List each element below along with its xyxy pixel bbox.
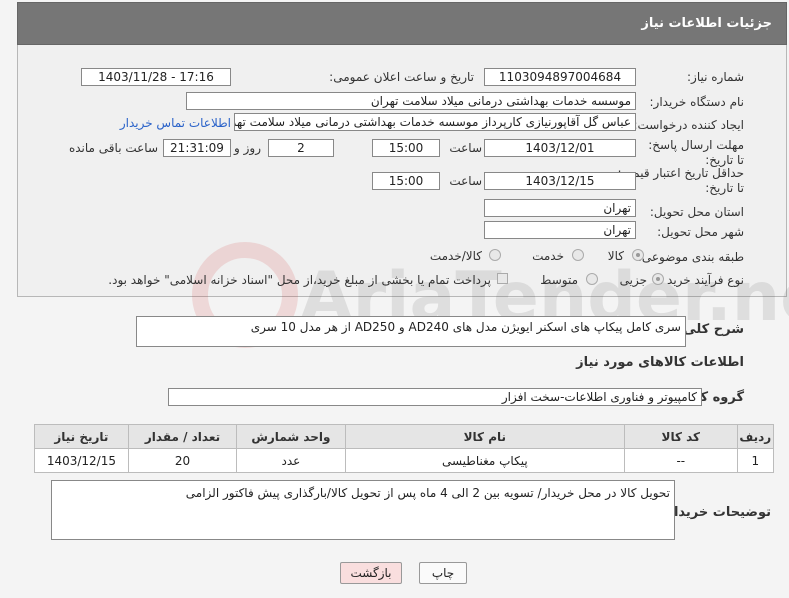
price-validity-time-label: ساعت xyxy=(449,174,482,188)
cell-goods-name: پیکاپ مغناطیسی xyxy=(344,448,626,473)
col-header-goods-code: کد کالا xyxy=(624,424,738,449)
table-header-row: تاریخ نیاز تعداد / مقدار واحد شمارش نام … xyxy=(34,424,775,449)
category-radio-goods-service[interactable] xyxy=(489,249,501,261)
process-radio-medium[interactable] xyxy=(586,273,598,285)
remaining-time-field: 21:31:09 xyxy=(163,139,231,157)
province-field: تهران xyxy=(484,199,636,217)
process-label: نوع فرآیند خرید : xyxy=(659,273,744,287)
page-title: جزئیات اطلاعات نیاز xyxy=(641,16,772,31)
goods-group-field: کامپیوتر و فناوری اطلاعات-سخت افزار xyxy=(168,388,702,406)
city-field: تهران xyxy=(484,221,636,239)
creator-label: ایجاد کننده درخواست: xyxy=(633,118,744,132)
need-number-label: شماره نیاز: xyxy=(687,70,744,84)
buyer-org-field: موسسه خدمات بهداشتی درمانی میلاد سلامت ت… xyxy=(186,92,636,110)
category-radio-goods[interactable] xyxy=(632,249,644,261)
goods-section-title: اطلاعات کالاهای مورد نیاز xyxy=(576,355,744,370)
category-label: طبقه بندی موضوعی: xyxy=(637,250,744,264)
days-field: 2 xyxy=(268,139,334,157)
col-header-unit: واحد شمارش xyxy=(236,424,346,449)
deadline-label: مهلت ارسال پاسخ: تا تاریخ: xyxy=(648,138,744,167)
col-header-row: ردیف xyxy=(736,424,775,449)
deadline-time-label: ساعت xyxy=(449,141,482,155)
treasury-payment-note: پرداخت تمام یا بخشی از مبلغ خرید،از محل … xyxy=(108,273,491,287)
summary-field: سری کامل پیکاپ های اسکنر ایویژن مدل های … xyxy=(136,316,686,347)
process-radio-minor[interactable] xyxy=(652,273,664,285)
deadline-time-field: 15:00 xyxy=(372,139,440,157)
print-button[interactable]: چاپ xyxy=(419,562,467,584)
price-validity-date-field: 1403/12/15 xyxy=(484,172,636,190)
buyer-org-label: نام دستگاه خریدار: xyxy=(649,95,745,109)
days-label: روز و xyxy=(234,141,261,155)
process-option-medium: متوسط xyxy=(540,273,578,287)
category-option-goods: کالا xyxy=(607,249,624,263)
category-radio-service[interactable] xyxy=(572,249,584,261)
city-label: شهر محل تحویل: xyxy=(657,225,744,239)
process-option-minor: جزیی xyxy=(619,273,647,287)
category-option-service: خدمت xyxy=(532,249,564,263)
cell-row-number: 1 xyxy=(736,448,775,473)
page-header: جزئیات اطلاعات نیاز xyxy=(17,2,787,45)
announce-label: تاریخ و ساعت اعلان عمومی: xyxy=(329,70,474,84)
col-header-quantity: تعداد / مقدار xyxy=(127,424,238,449)
deadline-date-field: 1403/12/01 xyxy=(484,139,636,157)
category-option-goods-service: کالا/خدمت xyxy=(429,249,482,263)
creator-field: عباس گل آقاپورنیازی کارپرداز موسسه خدمات… xyxy=(234,113,636,131)
province-label: استان محل تحویل: xyxy=(649,205,744,219)
buyer-notes-field: تحویل کالا در محل خریدار/ تسویه بین 2 ال… xyxy=(51,480,675,540)
remaining-label: ساعت باقی مانده xyxy=(68,141,158,155)
cell-quantity: 20 xyxy=(127,448,238,473)
treasury-payment-checkbox[interactable] xyxy=(497,273,508,284)
announce-field: 1403/11/28 - 17:16 xyxy=(81,68,231,86)
back-button[interactable]: بازگشت xyxy=(340,562,402,584)
buyer-notes-label: توضیحات خریدار: xyxy=(661,505,771,520)
need-number-field: 1103094897004684 xyxy=(484,68,636,86)
price-validity-time-field: 15:00 xyxy=(372,172,440,190)
buyer-contact-link[interactable]: اطلاعات تماس خریدار xyxy=(120,116,231,130)
col-header-need-date: تاریخ نیاز xyxy=(34,424,129,449)
goods-table: تاریخ نیاز تعداد / مقدار واحد شمارش نام … xyxy=(34,424,775,473)
col-header-goods-name: نام کالا xyxy=(344,424,626,449)
cell-goods-code: -- xyxy=(624,448,738,473)
cell-need-date: 1403/12/15 xyxy=(34,448,129,473)
table-row: 1403/12/15 20 عدد پیکاپ مغناطیسی -- 1 xyxy=(34,448,775,473)
cell-unit: عدد xyxy=(236,448,346,473)
